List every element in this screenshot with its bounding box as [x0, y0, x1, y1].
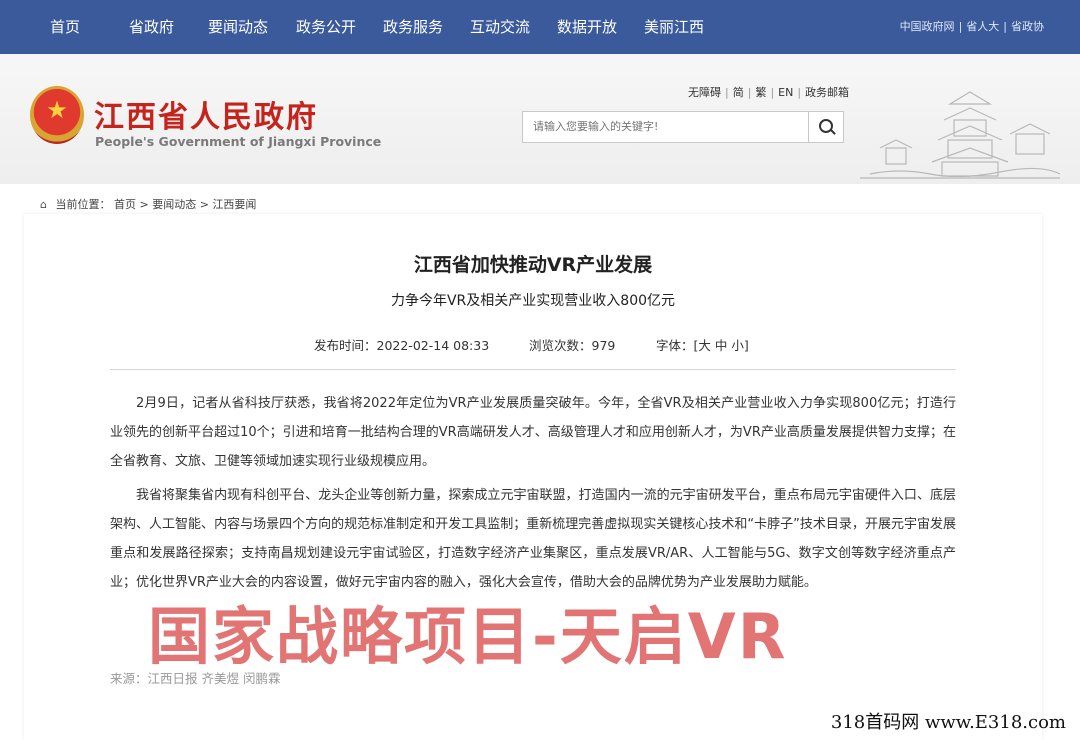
- nav-item-open-affairs[interactable]: 政务公开: [296, 0, 356, 54]
- accessibility-link[interactable]: 无障碍: [688, 86, 721, 99]
- link-provincial-cppcc[interactable]: 省政协: [1011, 20, 1044, 33]
- divider: [110, 369, 956, 370]
- separator: |: [725, 86, 729, 99]
- nav-item-open-data[interactable]: 数据开放: [557, 0, 617, 54]
- nav-item-beautiful-jiangxi[interactable]: 美丽江西: [644, 0, 704, 54]
- search-icon-handle: [830, 129, 836, 135]
- publish-time: 发布时间：2022-02-14 08:33: [314, 338, 490, 353]
- breadcrumb-news[interactable]: 要闻动态: [152, 198, 196, 211]
- view-count: 浏览次数：979: [529, 338, 616, 353]
- nav-item-interaction[interactable]: 互动交流: [470, 0, 530, 54]
- utility-links: 无障碍 | 简 | 繁 | EN | 政务邮箱: [688, 84, 849, 100]
- english-link[interactable]: EN: [778, 86, 793, 99]
- font-size-controls: 字体：[大 中 小]: [656, 335, 749, 354]
- font-size-medium[interactable]: 中: [715, 338, 728, 353]
- breadcrumb: ⌂ 当前位置： 首页 > 要闻动态 > 江西要闻: [40, 196, 256, 212]
- link-provincial-congress[interactable]: 省人大: [966, 20, 999, 33]
- separator: |: [1003, 20, 1007, 33]
- nav-item-home[interactable]: 首页: [50, 0, 80, 54]
- national-emblem-icon[interactable]: ★: [30, 86, 84, 144]
- separator: |: [958, 20, 963, 33]
- gov-mail-link[interactable]: 政务邮箱: [805, 86, 849, 99]
- site-header: ★ 江西省人民政府 People's Government of Jiangxi…: [0, 54, 1080, 184]
- separator: |: [747, 86, 752, 99]
- site-name-cn[interactable]: 江西省人民政府: [94, 92, 318, 136]
- breadcrumb-label: 当前位置：: [55, 198, 111, 211]
- nav-item-government[interactable]: 省政府: [129, 0, 174, 54]
- font-size-small[interactable]: 小: [731, 338, 744, 353]
- breadcrumb-separator: >: [199, 198, 209, 211]
- article-subtitle: 力争今年VR及相关产业实现营业收入800亿元: [390, 293, 676, 309]
- nav-item-news[interactable]: 要闻动态: [208, 0, 268, 54]
- link-china-gov[interactable]: 中国政府网: [900, 20, 955, 33]
- pavilion-illustration: [860, 91, 1060, 179]
- breadcrumb-jiangxi-news[interactable]: 江西要闻: [212, 198, 256, 211]
- top-nav: 首页 省政府 要闻动态 政务公开 政务服务 互动交流 数据开放 美丽江西 中国政…: [0, 0, 1080, 54]
- separator: |: [797, 86, 802, 99]
- article-paragraph-1: 2月9日，记者从省科技厅获悉，我省将2022年定位为VR产业发展质量突破年。今年…: [110, 396, 956, 469]
- nav-item-services[interactable]: 政务服务: [383, 0, 443, 54]
- article-title: 江西省加快推动VR产业发展: [413, 254, 653, 276]
- top-right-links: 中国政府网 | 省人大 | 省政协: [900, 18, 1044, 34]
- separator: |: [770, 86, 775, 99]
- watermark-overlay: 国家战略项目-天启VR: [148, 600, 788, 673]
- search-box: [522, 111, 844, 143]
- site-name-en: People's Government of Jiangxi Province: [95, 134, 382, 149]
- breadcrumb-home[interactable]: 首页: [114, 198, 136, 211]
- search-button[interactable]: [808, 112, 843, 142]
- traditional-link[interactable]: 繁: [755, 86, 766, 99]
- search-input[interactable]: [523, 112, 811, 140]
- article-paragraph-2: 我省将聚集省内现有科创平台、龙头企业等创新力量，探索成立元宇宙联盟，打造国内一流…: [110, 488, 956, 590]
- font-size-large[interactable]: 大: [698, 338, 711, 353]
- home-icon: ⌂: [40, 198, 47, 211]
- corner-watermark: 318首码网 www.E318.com: [830, 712, 1066, 733]
- font-size-close: ]: [743, 338, 749, 353]
- font-size-label: 字体：[: [656, 338, 699, 353]
- simplified-link[interactable]: 简: [733, 86, 744, 99]
- breadcrumb-separator: >: [139, 198, 149, 211]
